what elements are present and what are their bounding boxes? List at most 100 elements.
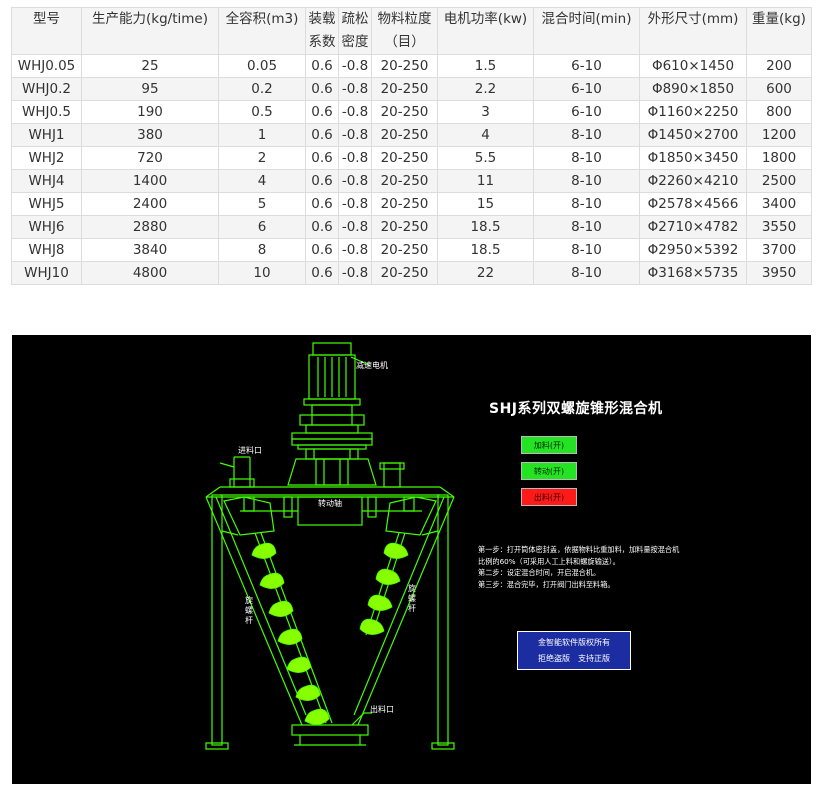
screw-right-char-3: 杆 xyxy=(408,603,416,613)
step-line: 第一步：打开筒体密封盖，依据物料比重加料，加料量按混合机 xyxy=(478,545,680,554)
table-cell: -0.8 xyxy=(338,215,372,239)
table-cell: 600 xyxy=(746,77,812,101)
table-cell: 3950 xyxy=(746,261,812,285)
header-motor-power: 电机功率(kw) xyxy=(437,7,534,55)
table-cell: 8-10 xyxy=(533,261,640,285)
table-cell: 5.5 xyxy=(437,146,534,170)
table-cell: WHJ8 xyxy=(11,238,82,262)
table-cell: Φ1450×2700 xyxy=(639,123,747,147)
table-cell: WHJ2 xyxy=(11,146,82,170)
table-cell: 4 xyxy=(218,169,306,193)
table-cell: -0.8 xyxy=(338,192,372,216)
table-cell: 95 xyxy=(81,77,219,101)
table-cell: 1800 xyxy=(746,146,812,170)
table-cell: 6-10 xyxy=(533,54,640,78)
mixer-drawing: 减速电机 进料口 转动轴 旋 螺 杆 旋 螺 杆 出料口 xyxy=(205,342,455,750)
header-weight: 重量(kg) xyxy=(746,7,812,55)
table-cell: 15 xyxy=(437,192,534,216)
screw-left-char-1: 旋 xyxy=(245,595,253,605)
shaft-label: 转动轴 xyxy=(318,498,342,508)
table-cell: 8 xyxy=(218,238,306,262)
table-cell: -0.8 xyxy=(338,100,372,124)
rotate-button[interactable]: 转动(开) xyxy=(521,462,577,480)
table-cell: 5 xyxy=(218,192,306,216)
table-cell: 3400 xyxy=(746,192,812,216)
table-row: WHJ10 4800 10 0.6 -0.8 20-250 22 8-10 Φ3168×5735… xyxy=(11,261,812,285)
table-cell: 20-250 xyxy=(371,100,438,124)
screw-left-char-2: 螺 xyxy=(245,605,253,615)
header-bulk-density: 疏松 密度 xyxy=(338,7,372,55)
discharge-button[interactable]: 出料(开) xyxy=(521,488,577,506)
table-cell: 8-10 xyxy=(533,238,640,262)
table-cell: Φ3168×5735 xyxy=(639,261,747,285)
table-header-row: 型号 生产能力(kg/time) 全容积(m3) 装载 系数 疏松 密度 物料粒度（… xyxy=(11,7,812,55)
cone-right xyxy=(357,496,455,726)
table-cell: 4800 xyxy=(81,261,219,285)
table-cell: WHJ0.05 xyxy=(11,54,82,78)
table-cell: 2.2 xyxy=(437,77,534,101)
table-cell: 8-10 xyxy=(533,146,640,170)
table-cell: 18.5 xyxy=(437,215,534,239)
motor-label: 减速电机 xyxy=(356,360,388,370)
table-cell: 3550 xyxy=(746,215,812,239)
table-cell: WHJ10 xyxy=(11,261,82,285)
table-cell: 20-250 xyxy=(371,192,438,216)
table-cell: 0.6 xyxy=(305,192,339,216)
table-cell: 3 xyxy=(437,100,534,124)
motor-fan-cover xyxy=(312,342,352,356)
table-cell: Φ890×1850 xyxy=(639,77,747,101)
table-cell: -0.8 xyxy=(338,77,372,101)
table-cell: 10 xyxy=(218,261,306,285)
table-row: WHJ8 3840 8 0.6 -0.8 20-250 18.5 8-10 Φ2950×5392… xyxy=(11,238,812,262)
table-cell: WHJ1 xyxy=(11,123,82,147)
table-cell: 8-10 xyxy=(533,169,640,193)
table-cell: 190 xyxy=(81,100,219,124)
table-cell: 6-10 xyxy=(533,100,640,124)
spec-table: 型号 生产能力(kg/time) 全容积(m3) 装载 系数 疏松 密度 物料粒度（… xyxy=(11,7,812,285)
mixer-diagram: 减速电机 进料口 转动轴 旋 螺 杆 旋 螺 杆 出料口 SHJ系列双螺旋锥形混… xyxy=(12,335,811,784)
table-cell: WHJ0.2 xyxy=(11,77,82,101)
table-cell: 20-250 xyxy=(371,146,438,170)
table-cell: 2 xyxy=(218,146,306,170)
copyright-line-1: 金智能软件版权所有 xyxy=(538,638,610,647)
cover xyxy=(287,458,377,486)
table-cell: 20-250 xyxy=(371,169,438,193)
table-cell: 25 xyxy=(81,54,219,78)
table-row: WHJ0.05 25 0.05 0.6 -0.8 20-250 1.5 6-10 Φ610×14… xyxy=(11,54,812,78)
table-cell: -0.8 xyxy=(338,123,372,147)
table-cell: 0.6 xyxy=(305,238,339,262)
table-cell: WHJ6 xyxy=(11,215,82,239)
table-cell: -0.8 xyxy=(338,169,372,193)
table-cell: 0.6 xyxy=(305,54,339,78)
inlet-label: 进料口 xyxy=(238,445,262,455)
table-cell: 0.5 xyxy=(218,100,306,124)
header-volume: 全容积(m3) xyxy=(218,7,306,55)
header-dimensions: 外形尺寸(mm) xyxy=(639,7,747,55)
feed-button[interactable]: 加料(开) xyxy=(521,436,577,454)
table-cell: 11 xyxy=(437,169,534,193)
table-cell: 2400 xyxy=(81,192,219,216)
table-row: WHJ6 2880 6 0.6 -0.8 20-250 18.5 8-10 Φ2710×4782… xyxy=(11,215,812,239)
step-line: 第三步：混合完毕，打开阀门出料至料箱。 xyxy=(478,579,615,589)
table-cell: -0.8 xyxy=(338,238,372,262)
outlet-label: 出料口 xyxy=(370,704,394,714)
table-cell: 20-250 xyxy=(371,54,438,78)
table-cell: Φ1160×2250 xyxy=(639,100,747,124)
table-cell: 2500 xyxy=(746,169,812,193)
header-mix-time: 混合时间(min) xyxy=(533,7,640,55)
table-cell: 20-250 xyxy=(371,238,438,262)
table-cell: 20-250 xyxy=(371,261,438,285)
table-cell: 8-10 xyxy=(533,123,640,147)
table-cell: 6 xyxy=(218,215,306,239)
right-screw xyxy=(359,542,409,635)
table-cell: 4 xyxy=(437,123,534,147)
table-cell: 1400 xyxy=(81,169,219,193)
table-body: WHJ0.05 25 0.05 0.6 -0.8 20-250 1.5 6-10 Φ610×14… xyxy=(11,54,812,285)
table-cell: 6-10 xyxy=(533,77,640,101)
table-cell: 0.6 xyxy=(305,215,339,239)
table-cell: Φ2260×4210 xyxy=(639,169,747,193)
table-cell: 22 xyxy=(437,261,534,285)
table-cell: -0.8 xyxy=(338,54,372,78)
step-line: 第二步：设定混合时间，开启混合机。 xyxy=(478,568,601,577)
table-cell: 1 xyxy=(218,123,306,147)
